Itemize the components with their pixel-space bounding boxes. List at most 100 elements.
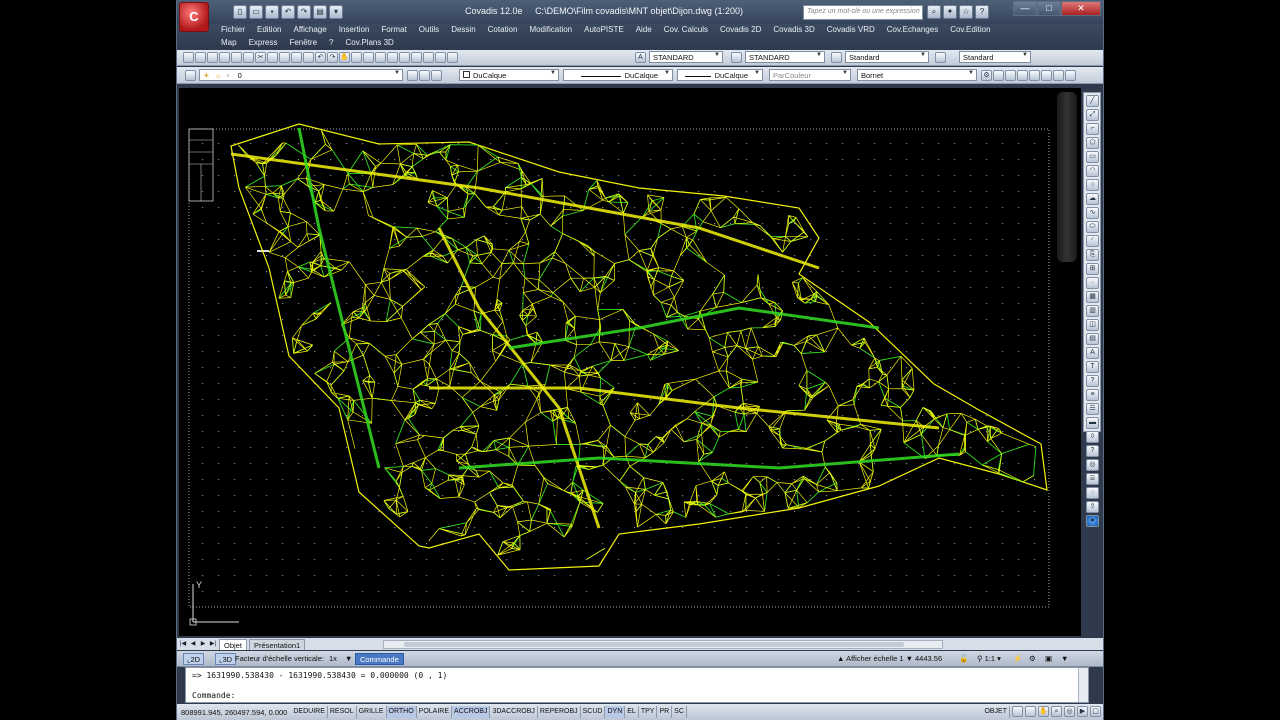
toggle-accrobj[interactable]: ACCROBJ: [452, 706, 491, 718]
workspace-icon[interactable]: ⚙: [1029, 653, 1036, 665]
quick-view-layouts-icon[interactable]: [1012, 706, 1023, 717]
menu-autopiste[interactable]: AutoPISTE: [578, 24, 630, 36]
tool-palettes-icon[interactable]: [411, 52, 422, 63]
hatch-icon[interactable]: ▦: [1086, 291, 1099, 303]
binoculars-icon[interactable]: ⌕: [927, 5, 941, 19]
tab-layout1[interactable]: Présentation1: [248, 638, 306, 650]
restore-button[interactable]: □: [1037, 1, 1061, 16]
extra-tool-icon[interactable]: [1053, 70, 1064, 81]
favorites-icon[interactable]: ☆: [959, 5, 973, 19]
menu-insertion[interactable]: Insertion: [333, 24, 376, 36]
menu-edition[interactable]: Edition: [251, 24, 287, 36]
cut-icon[interactable]: ✂: [255, 52, 266, 63]
prev-tab-icon[interactable]: ◀: [189, 640, 197, 649]
new-icon[interactable]: ▯: [233, 5, 247, 19]
undo-tool-icon[interactable]: ↶: [315, 52, 326, 63]
calculator-icon[interactable]: [447, 52, 458, 63]
extra-tool-icon[interactable]: [993, 70, 1004, 81]
cylinder-icon[interactable]: ⌸: [1086, 473, 1099, 485]
navigation-bar[interactable]: [1057, 92, 1077, 262]
annotation-visibility-icon[interactable]: ⚡: [1013, 653, 1022, 665]
table-icon[interactable]: ▤: [1086, 333, 1099, 345]
text-icon[interactable]: T: [1086, 361, 1099, 373]
region-icon[interactable]: ◫: [1086, 319, 1099, 331]
extra-tool-icon[interactable]: [1041, 70, 1052, 81]
pan-status-icon[interactable]: ✋: [1038, 706, 1049, 717]
extra-tool-icon[interactable]: [1029, 70, 1040, 81]
target-icon[interactable]: ◎: [1086, 459, 1099, 471]
toggle-tpy[interactable]: TPY: [639, 706, 658, 718]
design-center-icon[interactable]: [399, 52, 410, 63]
menu-[interactable]: ?: [323, 37, 339, 49]
command-scrollbar[interactable]: [1078, 668, 1088, 702]
open-icon[interactable]: ▭: [249, 5, 263, 19]
close-button[interactable]: ✕: [1061, 1, 1101, 16]
layer-states-icon[interactable]: [431, 70, 442, 81]
new-file-icon[interactable]: [183, 52, 194, 63]
help-icon[interactable]: ?: [1086, 375, 1099, 387]
toggle-sc[interactable]: SC: [672, 706, 687, 718]
menu-cov-plans-3d[interactable]: Cov.Plans 3D: [340, 37, 400, 49]
dropdown-icon[interactable]: ▾: [329, 5, 343, 19]
first-tab-icon[interactable]: |◀: [179, 640, 187, 649]
mtext-icon[interactable]: A: [1086, 347, 1099, 359]
sheet-set-icon[interactable]: [423, 52, 434, 63]
tab-model[interactable]: Objet: [219, 638, 247, 650]
showmotion-icon[interactable]: ▶: [1077, 706, 1088, 717]
circle-icon[interactable]: ○: [1086, 179, 1099, 191]
ellipse-icon[interactable]: ⬭: [1086, 221, 1099, 233]
mleader-style-icon[interactable]: [935, 52, 946, 63]
match-properties-icon[interactable]: [291, 52, 302, 63]
menu-modification[interactable]: Modification: [523, 24, 578, 36]
point-icon[interactable]: ·: [1086, 277, 1099, 289]
table-style-select[interactable]: Standard ▼: [845, 51, 929, 63]
plotstyle-select[interactable]: ParCouleur ▼: [769, 69, 851, 81]
plot-icon[interactable]: [219, 52, 230, 63]
settings-icon[interactable]: ⚙: [981, 70, 992, 81]
table-style-icon[interactable]: [831, 52, 842, 63]
zoom-status-icon[interactable]: ⌕: [1051, 706, 1062, 717]
command-window[interactable]: => 1631990.538430 - 1631990.538430 = 0.0…: [185, 667, 1089, 703]
layer-manager-icon[interactable]: [185, 70, 196, 81]
menu-covadis-2d[interactable]: Covadis 2D: [714, 24, 767, 36]
menu-aide[interactable]: Aide: [630, 24, 658, 36]
last-tab-icon[interactable]: ▶|: [209, 640, 217, 649]
menu-map[interactable]: Map: [215, 37, 243, 49]
make-current-icon[interactable]: [407, 70, 418, 81]
lineweight-select[interactable]: DuCalque ▼: [677, 69, 763, 81]
toggle-deduire[interactable]: DEDUIRE: [291, 706, 328, 718]
menu-cov-echanges[interactable]: Cov.Echanges: [881, 24, 944, 36]
extra-tool-icon[interactable]: [1005, 70, 1016, 81]
toggle-ortho[interactable]: ORTHO: [386, 706, 417, 718]
question-icon[interactable]: ?: [1086, 445, 1099, 457]
menu-cotation[interactable]: Cotation: [482, 24, 524, 36]
ruler-icon[interactable]: ▬: [1086, 417, 1099, 429]
search-input[interactable]: Tapez un mot-clé ou une expression: [803, 5, 923, 20]
annotation-ratio[interactable]: ⚲ 1:1 ▾: [977, 653, 1001, 665]
menu-cov-edition[interactable]: Cov.Edition: [944, 24, 996, 36]
text-style-icon[interactable]: A: [635, 52, 646, 63]
menu-cov-calculs[interactable]: Cov. Calculs: [658, 24, 714, 36]
construction-line-icon[interactable]: ⤢: [1086, 109, 1099, 121]
toggle-3daccrobj[interactable]: 3DACCROBJ: [490, 706, 538, 718]
copy-icon[interactable]: [267, 52, 278, 63]
revcloud-icon[interactable]: ☁: [1086, 193, 1099, 205]
layer-filter-select[interactable]: Bornet ▼: [857, 69, 977, 81]
open-file-icon[interactable]: [195, 52, 206, 63]
dim-style-select[interactable]: STANDARD ▼: [745, 51, 825, 63]
menu-fen-tre[interactable]: Fenêtre: [283, 37, 323, 49]
linetype-select[interactable]: DuCalque ▼: [563, 69, 673, 81]
make-block-icon[interactable]: ⊞: [1086, 263, 1099, 275]
ellipse-arc-icon[interactable]: ◜: [1086, 235, 1099, 247]
save-file-icon[interactable]: [207, 52, 218, 63]
extra-tool-icon[interactable]: [1017, 70, 1028, 81]
cloud-icon[interactable]: ◌: [1086, 487, 1099, 499]
zoom-realtime-icon[interactable]: [351, 52, 362, 63]
text-style-select[interactable]: STANDARD ▼: [649, 51, 723, 63]
line-icon[interactable]: ╱: [1086, 95, 1099, 107]
preview-icon[interactable]: [231, 52, 242, 63]
polygon-icon[interactable]: ⬠: [1086, 137, 1099, 149]
scroll-thumb[interactable]: [404, 642, 904, 647]
lock-icon[interactable]: 🔓: [959, 653, 968, 665]
markup-icon[interactable]: [435, 52, 446, 63]
